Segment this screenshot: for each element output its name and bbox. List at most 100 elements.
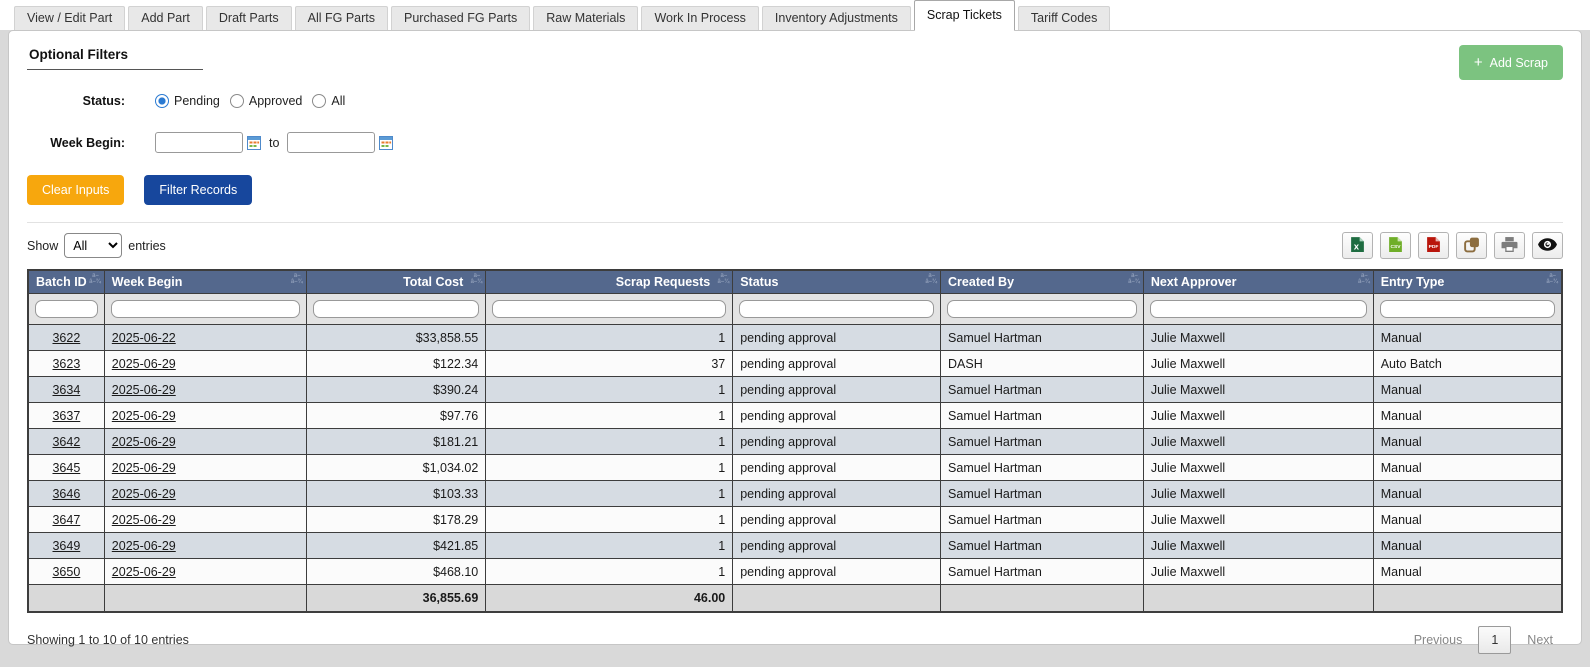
table-row: 3649 2025-06-29 $421.85 1 pending approval Sa… [27,532,1563,559]
filter-records-button[interactable]: Filter Records [144,175,253,205]
add-scrap-button[interactable]: + Add Scrap [1458,45,1563,80]
status-radio-pending[interactable] [155,94,169,108]
column-header-status[interactable]: Status â–´ â–¾ [732,269,942,294]
batch-id-link[interactable]: 3647 [52,513,80,527]
filter-input-total-cost[interactable] [312,300,480,318]
tab-scrap-tickets[interactable]: Scrap Tickets [913,0,1015,31]
week-begin-link[interactable]: 2025-06-29 [112,461,176,475]
footer-cell-status [732,584,942,612]
excel-export-button[interactable]: x [1342,232,1373,259]
tab-raw-materials[interactable]: Raw Materials [533,6,639,30]
page-length-control: Show All entries [27,233,166,258]
cell-total-cost: $421.85 [305,532,487,559]
copy-file-icon [1463,236,1480,256]
sort-icon: â–´ â–¾ [1128,273,1140,285]
batch-id-link[interactable]: 3650 [52,565,80,579]
week-begin-from-input[interactable] [155,132,243,153]
column-header-created-by[interactable]: Created By â–´ â–¾ [940,269,1144,294]
batch-id-link[interactable]: 3622 [52,331,80,345]
cell-scrap-requests: 1 [485,454,734,481]
current-page-button[interactable]: 1 [1478,625,1512,654]
next-page-button[interactable]: Next [1517,627,1563,653]
cell-next-approver: Julie Maxwell [1142,506,1374,533]
column-header-week-begin[interactable]: Week Begin â–´ â–¾ [103,269,307,294]
tab-view-edit-part[interactable]: View / Edit Part [14,6,126,30]
week-begin-to-input[interactable] [287,132,376,153]
week-begin-link[interactable]: 2025-06-29 [112,357,176,371]
batch-id-link[interactable]: 3637 [52,409,80,423]
column-visibility-export-button[interactable] [1532,232,1563,259]
cell-scrap-requests: 1 [485,428,734,455]
cell-week-begin: 2025-06-29 [103,428,307,455]
cell-entry-type: Manual [1372,506,1563,533]
batch-id-link[interactable]: 3623 [52,357,80,371]
week-begin-link[interactable]: 2025-06-29 [112,539,176,553]
week-begin-link[interactable]: 2025-06-29 [112,513,176,527]
calendar-icon[interactable] [247,136,261,153]
status-option-approved[interactable]: Approved [229,94,302,108]
status-radio-all[interactable] [312,94,327,108]
cell-scrap-requests: 1 [485,402,734,429]
status-option-all[interactable]: All [312,94,345,108]
cell-next-approver: Julie Maxwell [1142,428,1374,455]
footer-cell-entry-type [1372,584,1563,612]
pdf-export-button[interactable]: PDF [1418,232,1449,259]
tab-draft-parts[interactable]: Draft Parts [205,6,292,30]
column-header-entry-type[interactable]: Entry Type â–´ â–¾ [1372,269,1563,294]
cell-status: pending approval [732,428,942,455]
filter-input-entry-type[interactable] [1379,300,1555,318]
tab-add-part[interactable]: Add Part [128,6,203,30]
filter-input-scrap-requests[interactable] [492,300,727,318]
week-begin-link[interactable]: 2025-06-29 [112,565,176,579]
tab-inventory-adjustments[interactable]: Inventory Adjustments [761,6,911,30]
sort-icon: â–´ â–¾ [1546,273,1558,285]
tab-tariff-codes[interactable]: Tariff Codes [1017,6,1111,30]
week-begin-link[interactable]: 2025-06-29 [112,487,176,501]
pdf-file-icon: PDF [1425,236,1442,256]
clear-inputs-button[interactable]: Clear Inputs [27,175,125,205]
calendar-icon[interactable] [379,136,394,153]
filter-input-status[interactable] [739,300,935,318]
status-radio-approved[interactable] [229,94,244,108]
filter-cell [732,293,942,325]
filter-input-week-begin[interactable] [110,300,300,318]
previous-page-button[interactable]: Previous [1404,627,1473,653]
column-header-next-approver[interactable]: Next Approver â–´ â–¾ [1142,269,1374,294]
batch-id-link[interactable]: 3645 [52,461,80,475]
print-export-button[interactable] [1494,232,1525,259]
batch-id-link[interactable]: 3649 [52,539,80,553]
csv-export-button[interactable]: CSV [1380,232,1411,259]
week-begin-link[interactable]: 2025-06-29 [112,435,176,449]
cell-total-cost: $178.29 [305,506,487,533]
batch-id-link[interactable]: 3646 [52,487,80,501]
batch-id-link[interactable]: 3634 [52,383,80,397]
cell-status: pending approval [732,532,942,559]
cell-scrap-requests: 1 [485,506,734,533]
week-begin-link[interactable]: 2025-06-22 [112,331,176,345]
column-header-scrap-requests[interactable]: Scrap Requests â–´ â–¾ [485,269,734,294]
week-begin-link[interactable]: 2025-06-29 [112,409,176,423]
filter-input-next-approver[interactable] [1149,300,1367,318]
status-option-pending[interactable]: Pending [155,94,220,108]
tab-purchased-fg-parts[interactable]: Purchased FG Parts [391,6,531,30]
plus-icon: + [1473,54,1483,71]
week-begin-link[interactable]: 2025-06-29 [112,383,176,397]
cell-entry-type: Auto Batch [1372,350,1563,377]
page-length-select[interactable]: All [64,233,123,258]
copy-export-button[interactable] [1456,232,1487,259]
filter-input-created-by[interactable] [947,300,1137,318]
column-header-label: Created By [948,275,1015,289]
cell-week-begin: 2025-06-29 [103,402,307,429]
table-bottom-bar: Showing 1 to 10 of 10 entries Previous 1… [27,625,1563,654]
filter-input-batch-id[interactable] [35,300,98,318]
column-header-total-cost[interactable]: Total Cost â–´ â–¾ [305,269,487,294]
cell-entry-type: Manual [1372,480,1563,507]
cell-week-begin: 2025-06-29 [103,350,307,377]
column-header-batch-id[interactable]: Batch ID â–´ â–¾ [27,269,105,294]
cell-next-approver: Julie Maxwell [1142,558,1374,585]
tab-work-in-process[interactable]: Work In Process [641,6,759,30]
week-begin-label: Week Begin: [50,135,125,150]
batch-id-link[interactable]: 3642 [52,435,80,449]
tab-all-fg-parts[interactable]: All FG Parts [294,6,388,30]
cell-status: pending approval [732,350,942,377]
